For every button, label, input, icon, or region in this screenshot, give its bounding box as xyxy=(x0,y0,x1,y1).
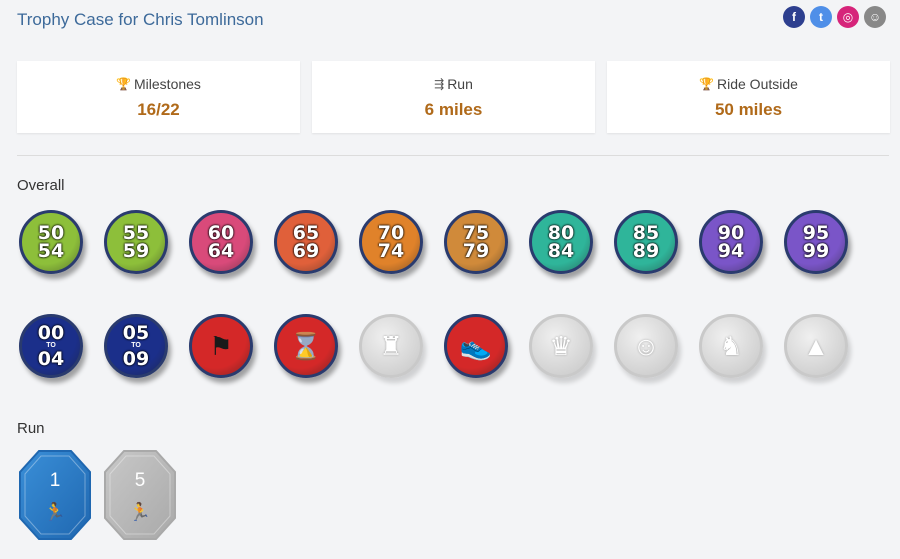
badge-disc: 90 94 xyxy=(699,210,763,274)
milestone-badge[interactable]: ⌛ xyxy=(272,312,344,384)
stat-value: 16/22 xyxy=(137,100,180,119)
badge-range-end: 69 xyxy=(292,240,320,262)
octagon-badge-shape xyxy=(19,450,91,540)
milestone-badge[interactable]: ♞ xyxy=(697,312,769,384)
badge-disc: 50 54 xyxy=(19,210,83,274)
badge-disc: 75 79 xyxy=(444,210,508,274)
badge-disc: ⚑ xyxy=(189,314,253,378)
badge-disc: 👟 xyxy=(444,314,508,378)
horse-icon: ♞ xyxy=(719,330,743,361)
milestone-badge[interactable]: 55 59 xyxy=(102,208,174,280)
milestone-badge[interactable]: 70 74 xyxy=(357,208,429,280)
milestone-badge[interactable]: 95 99 xyxy=(782,208,854,280)
badge-range-start: 00 xyxy=(37,322,65,344)
runner-icon: 🏃 xyxy=(43,502,67,522)
badge-range-end: 74 xyxy=(377,240,405,262)
badge-range-end: 09 xyxy=(122,348,150,370)
badge-row-overall-1: 50 54 55 59 60 64 65 69 70 74 75 79 80 84 85 89 90 94 95 99 xyxy=(17,208,854,280)
trophy-icon: 🏆 xyxy=(116,77,132,91)
run-badge-value: 1 xyxy=(49,470,61,491)
party-hat-icon: ▲ xyxy=(803,330,829,361)
runner-icon: 🏃 xyxy=(128,502,152,522)
badge-range-end: 04 xyxy=(37,348,65,370)
milestone-badge[interactable]: 65 69 xyxy=(272,208,344,280)
stat-label: ⇶ Run xyxy=(312,76,595,92)
milestone-badge[interactable]: 60 64 xyxy=(187,208,259,280)
run-badge-value: 5 xyxy=(134,470,146,491)
badge-disc: 70 74 xyxy=(359,210,423,274)
badge-range-start: 05 xyxy=(122,322,150,344)
facebook-icon[interactable]: f xyxy=(783,6,805,28)
badge-disc: 65 69 xyxy=(274,210,338,274)
stats-bar: 🏆 Milestones 16/22 ⇶ Run 6 miles 🏆 Ride Outside… xyxy=(17,61,890,133)
badge-range-end: 79 xyxy=(462,240,490,262)
milestone-badge[interactable]: 90 94 xyxy=(697,208,769,280)
badge-disc: ☺ xyxy=(614,314,678,378)
section-title-overall: Overall xyxy=(17,177,65,194)
badge-range-end: 59 xyxy=(122,240,150,262)
run-badge[interactable]: 5 🏃 xyxy=(104,450,176,540)
badge-disc: 60 64 xyxy=(189,210,253,274)
twitter-icon[interactable]: t xyxy=(810,6,832,28)
badge-disc: ⌛ xyxy=(274,314,338,378)
run-badge[interactable]: 1 🏃 xyxy=(19,450,91,540)
milestone-badge[interactable]: 👟 xyxy=(442,312,514,384)
stat-value: 50 miles xyxy=(714,100,783,119)
section-title-run: Run xyxy=(17,420,45,437)
stat-label: 🏆 Ride Outside xyxy=(607,76,890,92)
badge-range-end: 89 xyxy=(632,240,660,262)
badge-disc: 05 TO 09 xyxy=(104,314,168,378)
milestone-badge[interactable]: ⚑ xyxy=(187,312,259,384)
milestone-badge[interactable]: 00 TO 04 xyxy=(17,312,89,384)
boot-icon: ♜ xyxy=(379,330,403,361)
stat-label-text: Ride Outside xyxy=(717,76,798,92)
milestone-badge[interactable]: ☺ xyxy=(612,312,684,384)
stat-card-run: ⇶ Run 6 miles xyxy=(312,61,595,133)
flag-icon: ⚑ xyxy=(209,330,233,361)
smiley-icon: ☺ xyxy=(632,330,660,361)
stat-label-text: Milestones xyxy=(134,76,201,92)
badge-disc: ♞ xyxy=(699,314,763,378)
milestone-badge[interactable]: 05 TO 09 xyxy=(102,312,174,384)
running-icon: ⇶ xyxy=(434,77,445,91)
instagram-icon[interactable]: ◎ xyxy=(837,6,859,28)
stat-card-milestones: 🏆 Milestones 16/22 xyxy=(17,61,300,133)
badge-range-end: 99 xyxy=(802,240,830,262)
badge-disc: 85 89 xyxy=(614,210,678,274)
badge-range-end: 64 xyxy=(207,240,235,262)
badge-disc: ♛ xyxy=(529,314,593,378)
crown-icon: ♛ xyxy=(549,330,573,361)
stat-card-ride-outside: 🏆 Ride Outside 50 miles xyxy=(607,61,890,133)
badge-disc: 00 TO 04 xyxy=(19,314,83,378)
hourglass-icon: ⌛ xyxy=(289,330,323,361)
badge-disc: 55 59 xyxy=(104,210,168,274)
page-title: Trophy Case for Chris Tomlinson xyxy=(17,10,264,29)
stat-label-text: Run xyxy=(447,76,473,92)
badge-range-end: 94 xyxy=(717,240,745,262)
divider xyxy=(17,155,889,156)
badge-disc: 95 99 xyxy=(784,210,848,274)
milestone-badge[interactable]: ♛ xyxy=(527,312,599,384)
badge-disc: ▲ xyxy=(784,314,848,378)
milestone-badge[interactable]: ♜ xyxy=(357,312,429,384)
badge-disc: ♜ xyxy=(359,314,423,378)
trophy-icon: 🏆 xyxy=(699,77,714,91)
badge-range-end: 84 xyxy=(547,240,575,262)
milestone-badge[interactable]: 80 84 xyxy=(527,208,599,280)
milestone-badge[interactable]: 85 89 xyxy=(612,208,684,280)
stat-label: 🏆 Milestones xyxy=(17,76,300,92)
milestone-badge[interactable]: 75 79 xyxy=(442,208,514,280)
milestone-badge[interactable]: 50 54 xyxy=(17,208,89,280)
social-links: f t ◎ ☺ xyxy=(783,6,886,28)
milestone-badge[interactable]: ▲ xyxy=(782,312,854,384)
badge-row-overall-2: 00 TO 04 05 TO 09 ⚑ ⌛ ♜ 👟 ♛ ☺ ♞ ▲ xyxy=(17,312,854,384)
badge-range-end: 54 xyxy=(37,240,65,262)
stat-value: 6 miles xyxy=(424,100,483,119)
shoe-icon: 👟 xyxy=(459,330,493,361)
octagon-badge-shape xyxy=(104,450,176,540)
share-icon[interactable]: ☺ xyxy=(864,6,886,28)
badge-disc: 80 84 xyxy=(529,210,593,274)
